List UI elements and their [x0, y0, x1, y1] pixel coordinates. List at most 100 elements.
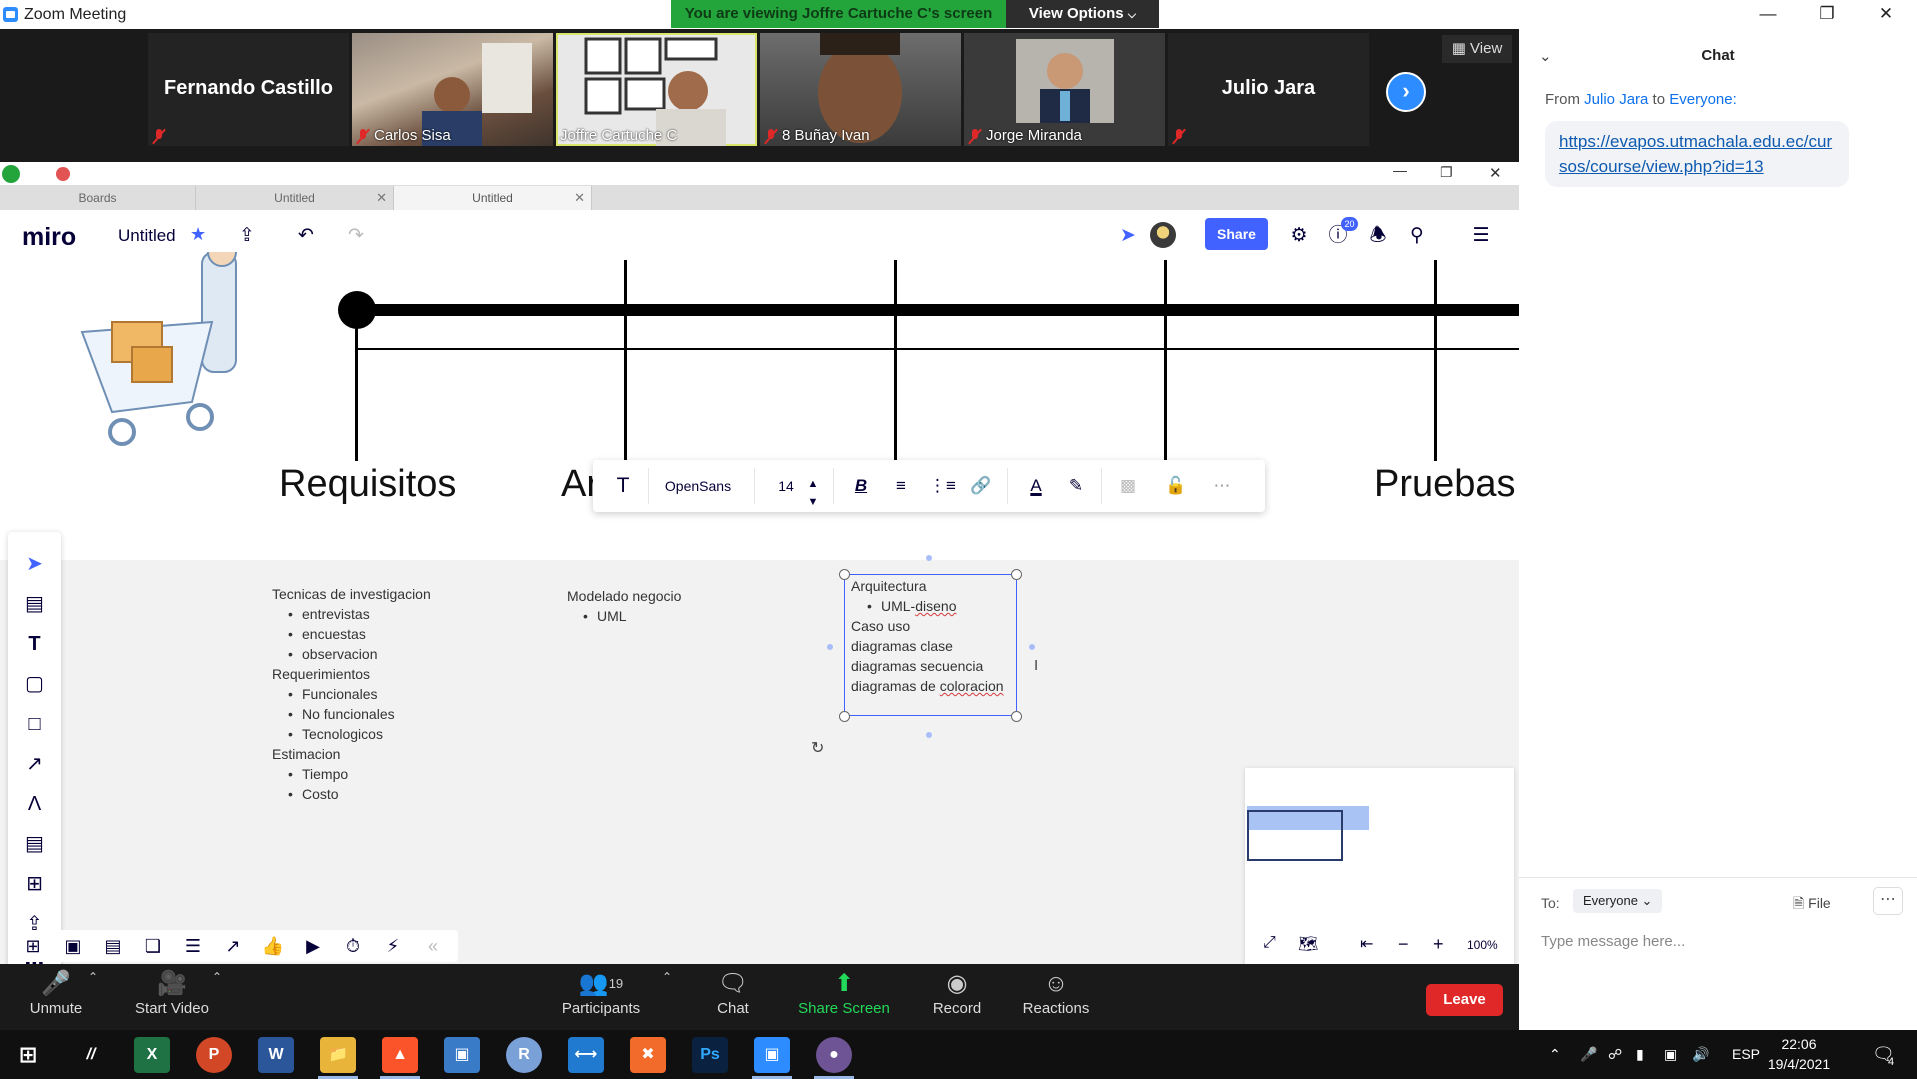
chat-message-input[interactable]: Type message here... — [1541, 933, 1685, 950]
notes-analisis[interactable]: Modelado negocio UML — [567, 586, 681, 626]
rotate-handle-icon[interactable]: ↻ — [811, 738, 824, 758]
minimap[interactable] — [1245, 768, 1514, 965]
language-indicator[interactable]: ESP — [1732, 1030, 1760, 1079]
r-language-icon[interactable]: R — [506, 1037, 542, 1073]
volume-icon[interactable]: 🔊 — [1692, 1030, 1709, 1079]
participants-button[interactable]: 👥19 Participants — [557, 964, 645, 1030]
timer-icon[interactable]: ⏱ — [338, 930, 368, 962]
microphone-tray-icon[interactable]: 🎤 — [1580, 1030, 1597, 1079]
star-icon[interactable]: ★ — [190, 224, 206, 245]
lock-icon[interactable]: 🔓 — [1163, 460, 1189, 512]
tab-boards[interactable]: Boards — [0, 186, 196, 210]
participants-caret-icon[interactable]: ⌃ — [662, 970, 672, 984]
security-tray-icon[interactable]: ☍ — [1608, 1030, 1622, 1079]
font-family-select[interactable]: OpenSans — [663, 460, 733, 512]
kanban-icon[interactable]: ☰ — [178, 930, 208, 962]
more-options-icon[interactable]: ⋯ — [1209, 460, 1235, 512]
file-explorer-icon[interactable]: 📁 — [320, 1037, 356, 1073]
minimize-window-button[interactable]: — — [1745, 0, 1791, 28]
notification-center-icon[interactable]: 🗨 — [1872, 1030, 1895, 1079]
participant-tile[interactable]: Julio Jara — [1168, 33, 1369, 146]
miro-canvas[interactable]: Requisitos Ar Pruebas T OpenSans 14 ▲ ▼ B… — [0, 252, 1519, 965]
tab-untitled-active[interactable]: Untitled ✕ — [394, 186, 592, 210]
chat-button[interactable]: 🗨 Chat — [713, 964, 753, 1030]
font-size-stepper-icon[interactable]: ▲ ▼ — [805, 475, 821, 508]
system-clock[interactable]: 22:06 19/4/2021 — [1764, 1034, 1834, 1074]
github-desktop-icon[interactable]: ● — [816, 1037, 852, 1073]
close-window-button[interactable]: ✕ — [1863, 0, 1909, 28]
text-color-icon[interactable]: A — [1023, 460, 1049, 512]
settings-sliders-icon[interactable]: ⚙ — [1286, 223, 1312, 249]
link-icon[interactable]: 🔗 — [969, 460, 993, 512]
connector-handle[interactable] — [926, 555, 932, 561]
board-menu-icon[interactable]: ☰ — [1468, 223, 1494, 249]
zoom-taskbar-icon[interactable]: ▣ — [754, 1037, 790, 1073]
zoom-in-icon[interactable]: + — [1433, 934, 1444, 955]
frame-tool-icon[interactable]: ⊞ — [8, 864, 61, 904]
highlighter-icon[interactable]: ✎ — [1063, 460, 1089, 512]
map-icon[interactable]: 🗺 — [1298, 934, 1318, 954]
fullscreen-icon[interactable]: ⤢ — [1263, 934, 1276, 952]
reactions-button[interactable]: ☺ Reactions — [1022, 964, 1090, 1030]
lightning-icon[interactable]: ⚡ — [378, 930, 408, 962]
tab-untitled[interactable]: Untitled ✕ — [196, 186, 394, 210]
close-tab-icon[interactable]: ✕ — [574, 186, 585, 210]
reactions-icon[interactable]: 👍 — [258, 930, 288, 962]
gallery-view-button[interactable]: ▦ View — [1442, 35, 1512, 63]
fill-color-icon[interactable]: ▩ — [1115, 460, 1141, 512]
frames-icon[interactable]: ⊞ — [18, 930, 48, 962]
collapse-toolbar-icon[interactable]: « — [418, 930, 448, 962]
chat-message-link[interactable]: https://evapos.utmachala.edu.ec/cursos/c… — [1545, 121, 1849, 187]
resize-handle[interactable] — [1011, 569, 1022, 580]
cursor-follow-icon[interactable]: ➤ — [1115, 223, 1141, 249]
close-tab-icon[interactable]: ✕ — [376, 186, 387, 210]
cards-icon[interactable]: ❏ — [138, 930, 168, 962]
connector-handle[interactable] — [1029, 644, 1035, 650]
audio-options-caret-icon[interactable]: ⌃ — [88, 970, 98, 984]
windows-start-icon[interactable]: ⊞ — [10, 1037, 46, 1073]
text-tool-icon[interactable]: T — [8, 624, 61, 664]
resize-handle[interactable] — [839, 711, 850, 722]
resize-handle[interactable] — [839, 569, 850, 580]
tray-overflow-chevron-icon[interactable]: ⌃ — [1549, 1030, 1561, 1079]
participant-tile[interactable]: 8 Buñay Ivan — [760, 33, 961, 146]
participant-tile[interactable]: Jorge Miranda — [964, 33, 1165, 146]
bold-icon[interactable]: B — [849, 460, 873, 512]
redo-icon[interactable]: ↷ — [343, 223, 369, 249]
share-button[interactable]: Share — [1205, 218, 1268, 250]
stylus-app-icon[interactable]: // — [73, 1037, 109, 1073]
export-icon[interactable]: ⇪ — [234, 223, 260, 249]
excel-icon[interactable]: X — [134, 1037, 170, 1073]
file-button[interactable]: 🗎 File — [1793, 893, 1831, 917]
leave-meeting-button[interactable]: Leave — [1426, 984, 1503, 1016]
vscode-icon[interactable]: ⟷ — [568, 1037, 604, 1073]
start-video-button[interactable]: 🎥 Start Video — [130, 964, 214, 1030]
photoshop-icon[interactable]: Ps — [692, 1037, 728, 1073]
video-chat-icon[interactable]: ▶ — [298, 930, 328, 962]
presentation-icon[interactable]: ▣ — [58, 930, 88, 962]
board-name[interactable]: Untitled — [118, 226, 176, 246]
network-icon[interactable]: ▣ — [1664, 1030, 1677, 1079]
control-panel-icon[interactable]: ▣ — [444, 1037, 480, 1073]
next-page-arrow-icon[interactable]: › — [1386, 72, 1426, 112]
templates-icon[interactable]: ▤ — [8, 584, 61, 624]
view-options-button[interactable]: View Options ⌵ — [1006, 0, 1159, 28]
undo-icon[interactable]: ↶ — [293, 223, 319, 249]
restore-window-button[interactable]: ❐ — [1804, 0, 1850, 28]
share-screen-button[interactable]: ⬆ Share Screen — [798, 964, 890, 1030]
browser-close-button[interactable]: ✕ — [1489, 164, 1502, 182]
comment-tool-icon[interactable]: ▤ — [8, 824, 61, 864]
participant-tile-active-speaker[interactable]: Joffre Cartuche C — [556, 33, 757, 146]
text-type-icon[interactable]: T — [611, 460, 635, 512]
bell-icon[interactable]: 🕭 — [1365, 223, 1391, 249]
video-options-caret-icon[interactable]: ⌃ — [212, 970, 222, 984]
sticky-notes-requisitos[interactable]: Tecnicas de investigacion entrevistas en… — [272, 584, 431, 804]
search-icon[interactable]: ⚲ — [1404, 223, 1430, 249]
pen-tool-icon[interactable]: Λ — [8, 784, 61, 824]
brave-browser-icon[interactable]: ▲ — [382, 1037, 418, 1073]
avatar[interactable] — [1150, 222, 1176, 248]
xampp-icon[interactable]: ✖ — [630, 1037, 666, 1073]
fit-to-screen-icon[interactable]: ⇤ — [1360, 934, 1373, 954]
participant-tile[interactable]: Carlos Sisa — [352, 33, 553, 146]
share-link-icon[interactable]: ↗ — [218, 930, 248, 962]
